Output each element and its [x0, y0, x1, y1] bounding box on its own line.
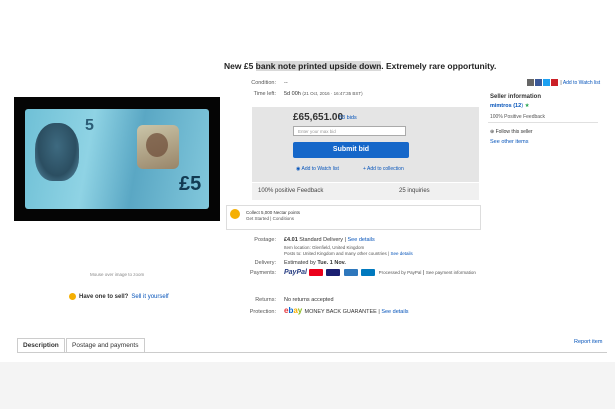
returns-label: Returns: [255, 297, 276, 303]
report-item-link[interactable]: Report item [574, 339, 602, 345]
banknote-photo: 5 £5 [25, 109, 209, 209]
plus-icon: + [363, 166, 366, 172]
window-portrait [146, 133, 168, 157]
ebay-logo: ebay [284, 306, 303, 315]
points-links[interactable]: Get Started | Conditions [246, 216, 294, 221]
facebook-icon[interactable] [535, 79, 542, 86]
payments-label: Payments: [250, 270, 276, 276]
zoom-hint: Mouse over image to zoom [90, 272, 145, 277]
seller-divider [488, 122, 598, 123]
tab-underline [17, 352, 607, 353]
see-other-items-link[interactable]: See other items [490, 139, 529, 145]
pinterest-icon[interactable] [551, 79, 558, 86]
tab-postage-payments[interactable]: Postage and payments [66, 338, 145, 353]
returns-value: No returns accepted [284, 297, 334, 303]
inquiries-count: 25 inquiries [399, 188, 430, 194]
seller-info-heading: Seller information [490, 94, 542, 100]
tab-description[interactable]: Description [17, 338, 65, 353]
protection-value: ebay MONEY BACK GUARANTEE | See details [284, 306, 409, 315]
posts-to-see-details-link[interactable]: See details [390, 251, 412, 256]
protection-see-details-link[interactable]: See details [381, 309, 408, 315]
time-left-label: Time left: [253, 91, 276, 97]
eye-icon: ◉ [296, 166, 301, 172]
payment-methods: PayPal Processed by PayPal | See payment… [284, 269, 476, 277]
twitter-icon[interactable] [543, 79, 550, 86]
postage-label: Postage: [254, 237, 276, 243]
seller-name-link[interactable]: mimtros (12) ★ [490, 103, 530, 109]
posts-to: Posts to: United Kingdom and many other … [284, 251, 413, 256]
positive-feedback: 100% positive Feedback [258, 188, 324, 194]
denomination-mark-large: £5 [179, 173, 202, 195]
maestro-icon [361, 269, 376, 277]
portrait-shape [35, 123, 79, 181]
delivery-label: Delivery: [254, 260, 276, 266]
submit-bid-button[interactable]: Submit bid [293, 142, 409, 158]
sell-it-yourself-link[interactable]: Sell it yourself [131, 294, 168, 300]
heart-icon: ⊕ [490, 129, 495, 135]
add-to-watch-list-button[interactable]: ◉ Add to Watch list [296, 166, 339, 172]
top-blank-band [0, 0, 615, 50]
denomination-mark: 5 [85, 117, 94, 134]
share-bar: | Add to Watch list [527, 79, 600, 86]
item-location: Item location: Glenfield, United Kingdom [284, 245, 365, 250]
follow-seller-link[interactable]: ⊕ Follow this seller [490, 129, 533, 135]
points-text: Collect 5,000 Nectar points [246, 210, 301, 215]
delivery-value: Estimated by Tue. 1 Nov. [284, 260, 346, 266]
max-bid-input[interactable]: Enter your max bid [293, 126, 406, 136]
seller-feedback: 100% Positive Feedback [490, 114, 546, 120]
sell-prompt: Have one to sell? Sell it yourself [69, 293, 169, 300]
star-icon: ★ [524, 103, 530, 109]
visa-icon [326, 269, 341, 277]
add-to-watch-list-link[interactable]: Add to Watch list [563, 80, 600, 86]
postage-see-details-link[interactable]: See details [348, 237, 375, 243]
tag-icon [69, 293, 76, 300]
nectar-icon [230, 209, 240, 219]
bid-count-link[interactable]: 53 bids [339, 115, 357, 121]
time-left-value: 5d 00h (21 Oct, 2016 · 16:47:35 BST) [284, 91, 363, 97]
amex-icon [343, 269, 358, 277]
mastercard-icon [308, 269, 323, 277]
bottom-band [0, 362, 615, 409]
protection-label: Protection: [249, 309, 276, 315]
email-icon[interactable] [527, 79, 534, 86]
processed-by-paypal: Processed by PayPal [378, 270, 422, 275]
postage-value: £4.01 Standard Delivery | See details [284, 237, 375, 243]
payment-info-link[interactable]: See payment information [426, 270, 476, 275]
paypal-logo: PayPal [284, 269, 307, 276]
current-price: £65,651.00 [293, 112, 344, 123]
add-to-collection-button[interactable]: + Add to collection [363, 166, 404, 172]
listing-title: New £5 bank note printed upside down. Ex… [224, 61, 497, 71]
condition-value: -- [284, 80, 288, 86]
condition-label: Condition: [251, 80, 276, 86]
